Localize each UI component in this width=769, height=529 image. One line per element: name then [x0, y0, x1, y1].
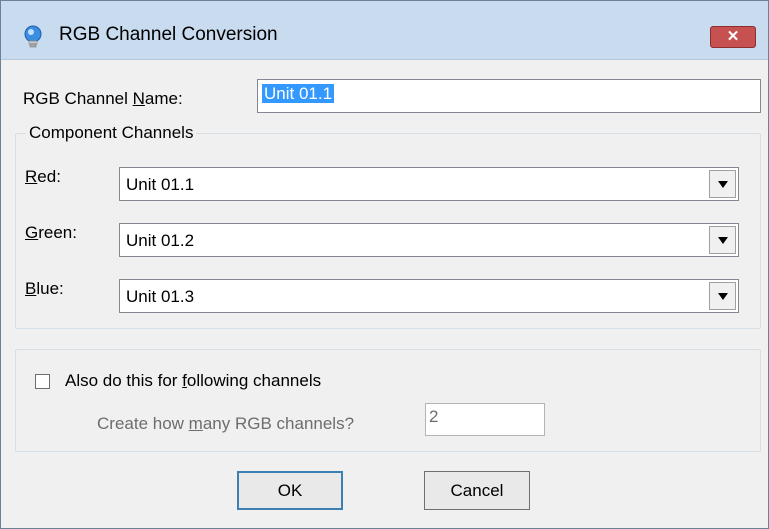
channel-name-value: Unit 01.1	[262, 84, 335, 103]
channel-name-label: RGB Channel Name:	[23, 89, 183, 108]
component-channels-title: Component Channels	[26, 123, 197, 143]
channel-count-value: 2	[429, 407, 439, 426]
red-channel-select[interactable]: Unit 01.1	[119, 167, 739, 201]
window-title: RGB Channel Conversion	[59, 24, 278, 45]
ok-button[interactable]: OK	[237, 471, 343, 510]
dialog-window: RGB Channel Conversion ✕ RGB Channel Nam…	[0, 0, 769, 529]
blue-channel-select[interactable]: Unit 01.3	[119, 279, 739, 313]
channel-count-label: Create how many RGB channels?	[97, 414, 355, 433]
green-channel-select[interactable]: Unit 01.2	[119, 223, 739, 257]
dialog-body: RGB Channel Name: Unit 01.1 Component Ch…	[9, 59, 761, 528]
also-following-checkbox[interactable]	[35, 374, 50, 389]
title-bar[interactable]: RGB Channel Conversion ✕	[1, 1, 768, 60]
close-icon: ✕	[726, 28, 740, 45]
channel-name-input[interactable]: Unit 01.1	[257, 79, 761, 113]
also-following-label[interactable]: Also do this for following channels	[65, 371, 321, 391]
blue-channel-value: Unit 01.3	[126, 287, 195, 306]
repeat-options-group	[15, 349, 761, 452]
chevron-down-icon[interactable]	[709, 226, 736, 254]
close-button[interactable]: ✕	[710, 26, 756, 48]
blue-label: Blue:	[25, 279, 64, 298]
green-label: Green:	[25, 223, 77, 242]
chevron-down-icon[interactable]	[709, 282, 736, 310]
cancel-button[interactable]: Cancel	[424, 471, 530, 510]
lightbulb-icon	[24, 25, 42, 48]
chevron-down-icon[interactable]	[709, 170, 736, 198]
red-channel-value: Unit 01.1	[126, 175, 195, 194]
green-channel-value: Unit 01.2	[126, 231, 195, 250]
channel-count-input[interactable]: 2	[425, 403, 545, 436]
red-label: Red:	[25, 167, 61, 186]
